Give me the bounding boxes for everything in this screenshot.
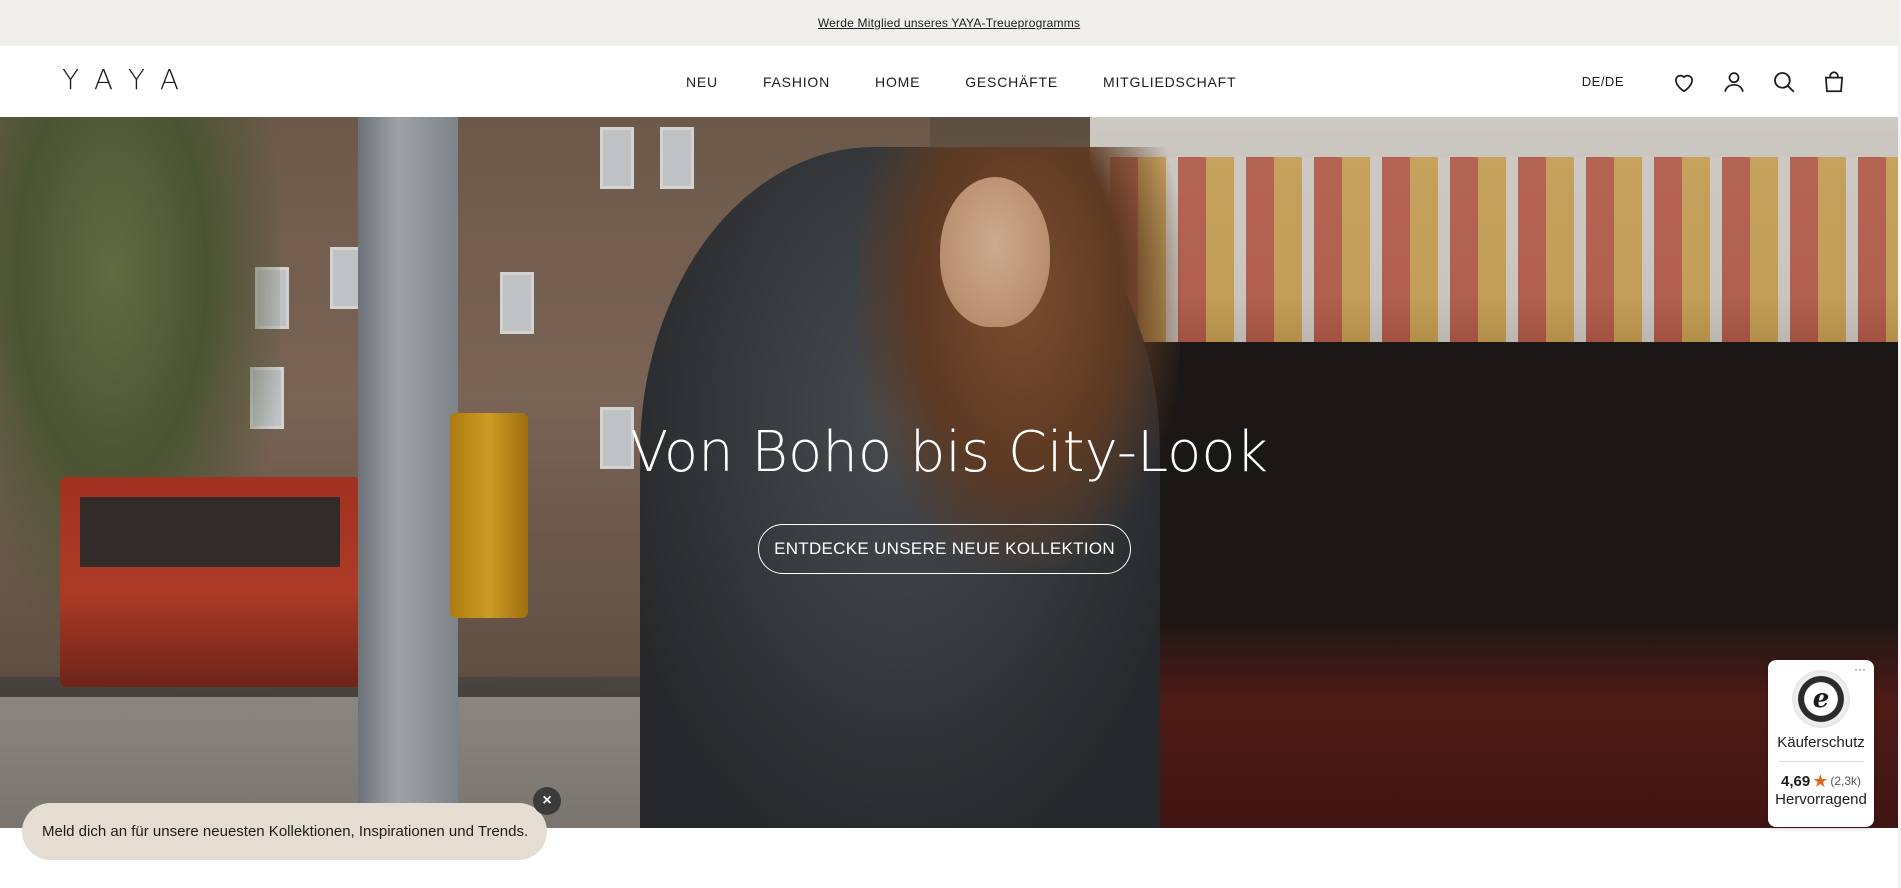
rating-value: 4,69 [1780, 772, 1811, 790]
nav-item-fashion[interactable]: FASHION [763, 74, 830, 90]
locale-selector[interactable]: DE/DE [1582, 74, 1624, 89]
nav-item-neu[interactable]: NEU [686, 74, 718, 90]
trusted-shops-badge[interactable]: ··· e Käuferschutz 4,69 ★ (2,3k) Hervorr… [1768, 660, 1874, 827]
main-nav: NEU FASHION HOME GESCHÄFTE MITGLIEDSCHAF… [686, 46, 1236, 117]
close-icon[interactable]: × [533, 787, 561, 815]
more-options-icon[interactable]: ··· [1854, 662, 1866, 676]
divider [1779, 761, 1863, 762]
bag-icon[interactable] [1820, 68, 1848, 96]
heart-icon[interactable] [1670, 68, 1698, 96]
review-count: (2,3k) [1830, 774, 1862, 788]
newsletter-popup[interactable]: Meld dich an für unsere neuesten Kollekt… [22, 803, 547, 860]
announcement-bar: Werde Mitglied unseres YAYA-Treueprogram… [0, 0, 1898, 46]
loyalty-program-link[interactable]: Werde Mitglied unseres YAYA-Treueprogram… [818, 16, 1080, 30]
hero-title: Von Boho bis City-Look [629, 420, 1269, 485]
buyer-protection-label: Käuferschutz [1777, 734, 1865, 751]
trusted-shops-seal-letter: e [1812, 684, 1830, 714]
nav-item-geschaefte[interactable]: GESCHÄFTE [965, 74, 1058, 90]
rating-row: 4,69 ★ (2,3k) [1781, 772, 1861, 790]
user-icon[interactable] [1720, 68, 1748, 96]
star-icon: ★ [1812, 771, 1829, 791]
nav-item-mitgliedschaft[interactable]: MITGLIEDSCHAFT [1103, 74, 1236, 90]
brand-logo[interactable]: YAYA [62, 66, 196, 94]
newsletter-text: Meld dich an für unsere neuesten Kollekt… [42, 823, 529, 840]
rating-label: Hervorragend [1775, 791, 1867, 808]
site-header: YAYA NEU FASHION HOME GESCHÄFTE MITGLIED… [0, 46, 1898, 117]
search-icon[interactable] [1770, 68, 1798, 96]
header-actions: DE/DE [1582, 46, 1848, 117]
discover-collection-button[interactable]: ENTDECKE UNSERE NEUE KOLLEKTION [758, 524, 1131, 574]
trusted-shops-seal-icon: e [1792, 670, 1850, 728]
nav-item-home[interactable]: HOME [875, 74, 920, 90]
